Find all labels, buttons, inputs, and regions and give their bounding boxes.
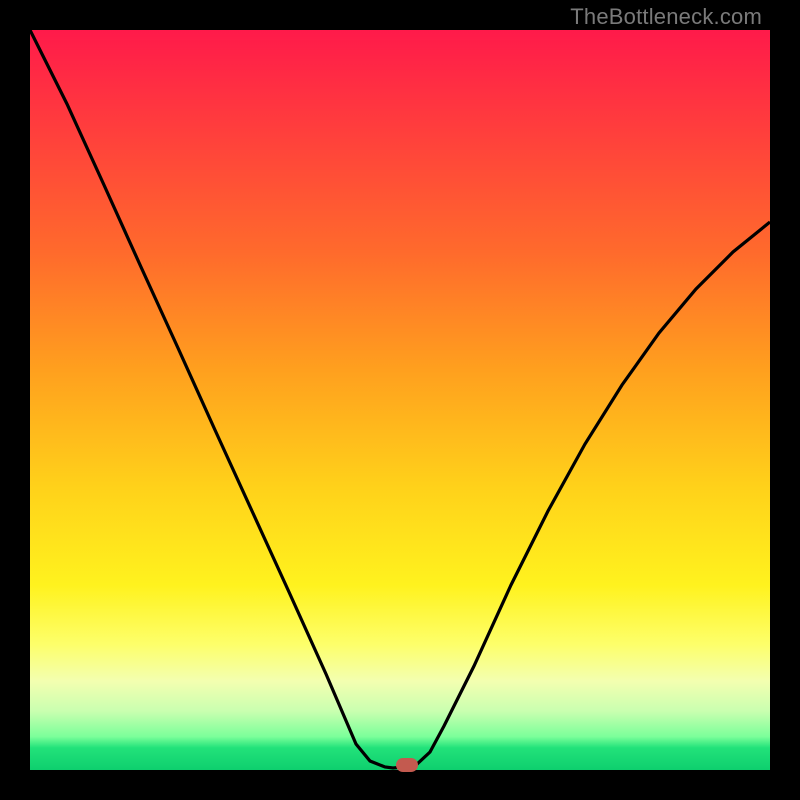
curve-path [30,30,770,768]
plot-area [30,30,770,770]
bottleneck-curve [30,30,770,770]
watermark-text: TheBottleneck.com [570,4,762,30]
chart-frame: TheBottleneck.com [0,0,800,800]
optimum-marker [396,758,418,772]
